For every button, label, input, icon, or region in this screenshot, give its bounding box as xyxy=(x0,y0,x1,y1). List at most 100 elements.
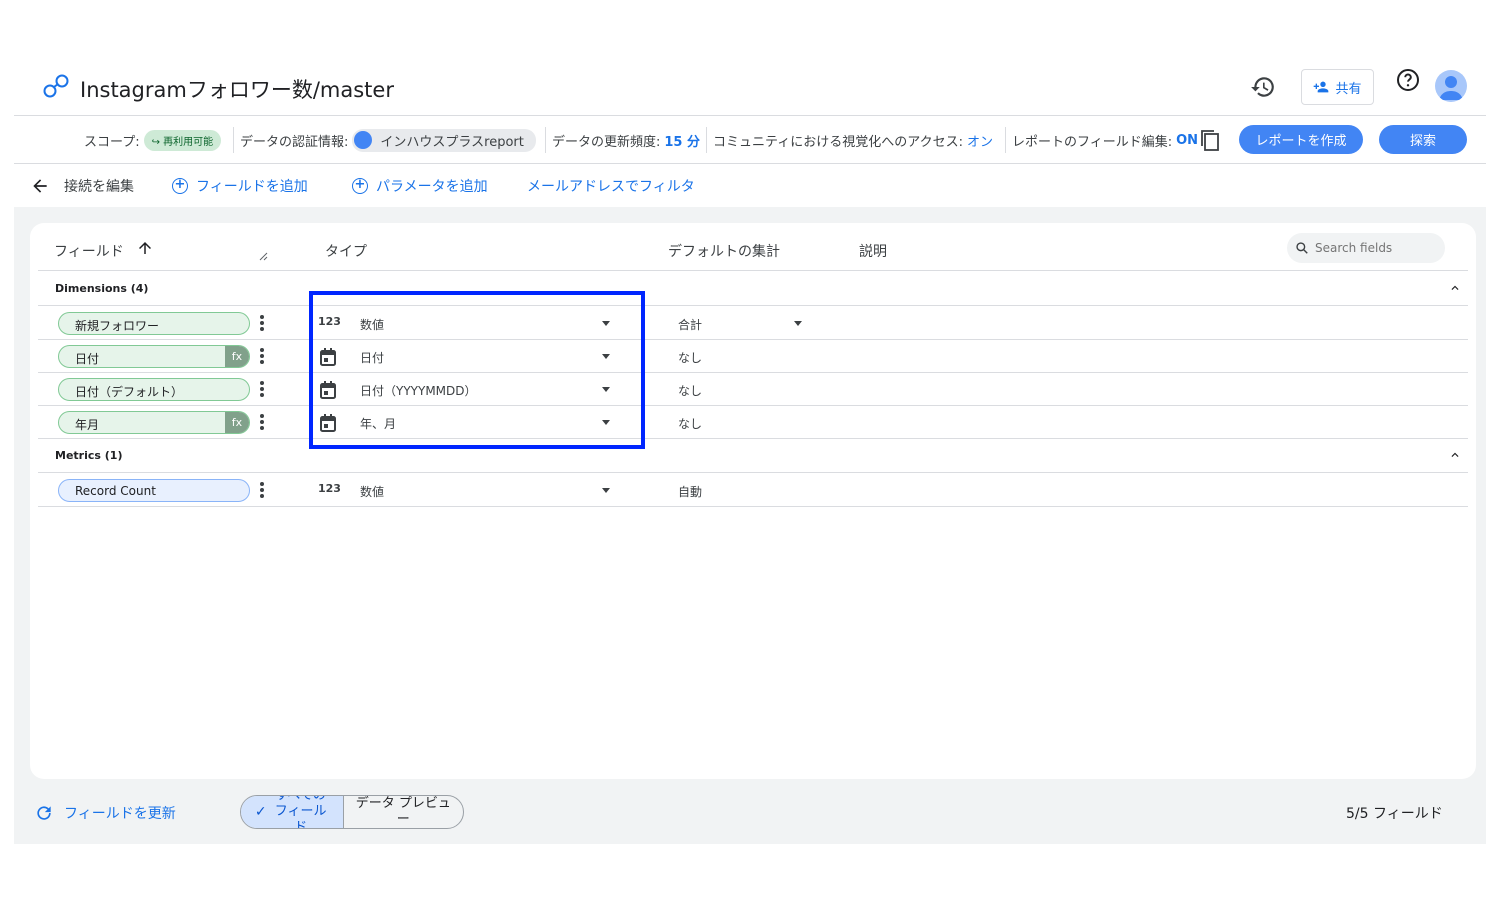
credentials-label: データの認証情報: xyxy=(240,134,349,150)
user-icon xyxy=(1439,76,1463,100)
check-icon: ✓ xyxy=(254,804,267,820)
calendar-icon xyxy=(320,381,336,399)
page-title: Instagramフォロワー数/master xyxy=(80,78,394,102)
type-value[interactable]: 数値 xyxy=(360,483,384,500)
field-chip[interactable]: 年月 fx xyxy=(58,411,250,434)
type-dropdown-arrow-icon[interactable] xyxy=(602,420,610,425)
aggregation-value[interactable]: 自動 xyxy=(678,483,702,500)
add-field-button[interactable]: + フィールドを追加 xyxy=(172,176,308,196)
data-preview-tab[interactable]: データ プレビュー xyxy=(344,796,463,828)
table-row: 日付 fx 日付 なし xyxy=(38,340,1468,373)
community-info[interactable]: コミュニティにおける視覚化へのアクセス: オン xyxy=(713,129,993,151)
community-value[interactable]: オン xyxy=(967,131,993,150)
more-vert-icon[interactable] xyxy=(260,315,264,331)
search-box[interactable] xyxy=(1287,233,1445,263)
arrow-back-icon xyxy=(33,179,47,193)
type-value[interactable]: 日付（YYYYMMDD） xyxy=(360,382,477,399)
email-filter-label: メールアドレスでフィルタ xyxy=(527,179,695,195)
field-chip[interactable]: Record Count xyxy=(58,479,250,502)
chevron-up-icon[interactable] xyxy=(1448,448,1462,462)
calendar-icon xyxy=(320,414,336,432)
aggregation-value: なし xyxy=(678,417,703,431)
copy-icon[interactable] xyxy=(1199,128,1221,152)
add-person-icon xyxy=(1314,81,1329,93)
field-count: 5/5 フィールド xyxy=(1346,806,1443,822)
freshness-label: データの更新頻度: xyxy=(552,134,661,150)
add-circle-icon: + xyxy=(172,178,188,194)
formula-badge: fx xyxy=(225,412,249,433)
field-chip[interactable]: 新規フォロワー xyxy=(58,312,250,335)
field-name: 年月 xyxy=(75,418,100,432)
refresh-fields-button[interactable]: フィールドを更新 xyxy=(34,803,176,823)
all-fields-label: すべてのフィールド xyxy=(274,795,327,829)
type-dropdown-arrow-icon[interactable] xyxy=(602,488,610,493)
aggregation-value: なし xyxy=(678,351,703,365)
scope-info: スコープ: ↪ 再利用可能 xyxy=(84,129,222,151)
workspace: フィールド タイプ デフォルトの集計 説明 Search fields Dime… xyxy=(14,207,1486,844)
add-parameter-button[interactable]: + パラメータを追加 xyxy=(352,176,488,196)
number-type-icon: 123 xyxy=(318,315,341,328)
aggregation-value[interactable]: 合計 xyxy=(678,316,702,333)
avatar[interactable] xyxy=(1435,70,1467,102)
table-row: 新規フォロワー 123 数値 合計 xyxy=(38,307,1468,340)
header-type: タイプ xyxy=(325,244,367,260)
field-edit-info[interactable]: レポートのフィールド編集: ON xyxy=(1012,129,1198,151)
dimensions-section-header[interactable]: Dimensions (4) xyxy=(38,272,1468,306)
create-report-button[interactable]: レポートを作成 xyxy=(1239,125,1363,154)
refresh-icon xyxy=(37,806,51,820)
refresh-label: フィールドを更新 xyxy=(64,806,176,822)
sort-ascending-icon[interactable] xyxy=(136,239,154,257)
community-label: コミュニティにおける視覚化へのアクセス: xyxy=(713,134,963,150)
field-name: 日付 xyxy=(75,352,100,366)
field-chip[interactable]: 日付（デフォルト） xyxy=(58,378,250,401)
scope-badge[interactable]: ↪ 再利用可能 xyxy=(143,129,222,151)
add-param-label: パラメータを追加 xyxy=(376,179,488,195)
data-source-icon xyxy=(43,74,69,98)
table-header: フィールド タイプ デフォルトの集計 説明 xyxy=(38,223,1468,271)
field-edit-value[interactable]: ON xyxy=(1176,133,1198,148)
add-field-label: フィールドを追加 xyxy=(196,179,308,195)
credentials-info: データの認証情報: インハウスプラスreport xyxy=(240,128,536,152)
credentials-value: インハウスプラスreport xyxy=(380,134,524,150)
preview-label: データ プレビュー xyxy=(355,796,451,827)
email-filter-button[interactable]: メールアドレスでフィルタ xyxy=(527,176,695,196)
field-chip[interactable]: 日付 fx xyxy=(58,345,250,368)
dimensions-label: Dimensions (4) xyxy=(55,282,149,295)
formula-badge: fx xyxy=(225,346,249,367)
freshness-info[interactable]: データの更新頻度: 15 分 xyxy=(552,129,700,151)
divider xyxy=(1005,127,1006,153)
scope-label: スコープ: xyxy=(84,134,140,150)
type-dropdown-arrow-icon[interactable] xyxy=(602,387,610,392)
metrics-section-header[interactable]: Metrics (1) xyxy=(38,439,1468,473)
field-name: 日付（デフォルト） xyxy=(75,385,184,399)
explore-button[interactable]: 探索 xyxy=(1379,125,1467,154)
search-icon xyxy=(1296,242,1308,254)
more-vert-icon[interactable] xyxy=(260,414,264,430)
data-source-info-bar: スコープ: ↪ 再利用可能 データの認証情報: インハウスプラスreport デ… xyxy=(14,117,1486,164)
view-toggle: ✓ すべてのフィールド データ プレビュー xyxy=(240,795,464,829)
freshness-value[interactable]: 15 分 xyxy=(664,131,700,150)
header-field[interactable]: フィールド xyxy=(54,241,124,261)
toolbar: 接続を編集 + フィールドを追加 + パラメータを追加 メールアドレスでフィルタ xyxy=(14,165,1486,206)
aggregation-dropdown-arrow-icon[interactable] xyxy=(794,321,802,326)
help-icon[interactable] xyxy=(1396,68,1420,92)
chevron-up-icon[interactable] xyxy=(1448,281,1462,295)
more-vert-icon[interactable] xyxy=(260,381,264,397)
type-value[interactable]: 日付 xyxy=(360,349,384,366)
more-vert-icon[interactable] xyxy=(260,348,264,364)
footer-bar: フィールドを更新 ✓ すべてのフィールド データ プレビュー 5/5 フィールド xyxy=(14,779,1486,844)
back-edit-connection-button[interactable]: 接続を編集 xyxy=(30,176,134,196)
more-vert-icon[interactable] xyxy=(260,482,264,498)
table-row: Record Count 123 数値 自動 xyxy=(38,474,1468,507)
credentials-chip[interactable]: インハウスプラスreport xyxy=(352,128,536,152)
version-history-icon[interactable] xyxy=(1250,74,1276,100)
type-value[interactable]: 数値 xyxy=(360,316,384,333)
search-input[interactable] xyxy=(1315,241,1435,255)
all-fields-tab[interactable]: ✓ すべてのフィールド xyxy=(241,796,344,828)
type-value[interactable]: 年、月 xyxy=(360,415,396,432)
type-dropdown-arrow-icon[interactable] xyxy=(602,354,610,359)
type-dropdown-arrow-icon[interactable] xyxy=(602,321,610,326)
share-button[interactable]: 共有 xyxy=(1301,69,1374,105)
resize-handle-icon[interactable] xyxy=(258,251,268,261)
divider xyxy=(545,127,546,153)
